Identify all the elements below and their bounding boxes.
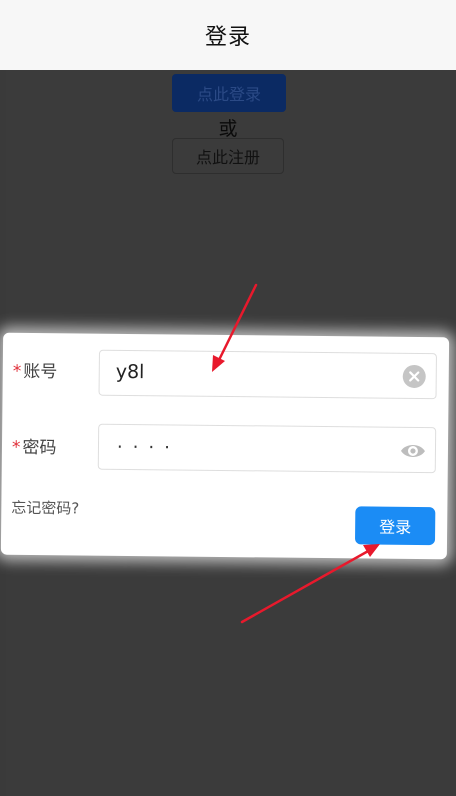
- password-input-value: ····: [116, 436, 180, 459]
- eye-icon[interactable]: [399, 440, 427, 462]
- account-label-text: 账号: [23, 361, 58, 383]
- top-app-bar: 登录: [0, 0, 456, 70]
- clear-icon[interactable]: [402, 364, 426, 389]
- clear-icon-glyph: [409, 371, 420, 382]
- eye-icon-glyph: [400, 444, 425, 457]
- background-login-button: 点此登录: [172, 74, 286, 112]
- password-input[interactable]: ····: [97, 423, 437, 474]
- password-label-text: 密码: [22, 437, 57, 459]
- login-dialog: * 账号 y8l * 密码 ···· 忘记密码? 登录: [0, 332, 450, 560]
- password-label: * 密码: [12, 433, 57, 458]
- account-label: * 账号: [13, 357, 58, 382]
- background-register-button: 点此注册: [172, 138, 284, 174]
- account-input-value: y8l: [115, 360, 145, 384]
- page-title: 登录: [204, 25, 251, 50]
- login-button[interactable]: 登录: [354, 506, 436, 546]
- required-mark: *: [12, 361, 22, 382]
- or-separator: 或: [218, 118, 238, 140]
- required-mark: *: [11, 437, 21, 458]
- account-input[interactable]: y8l: [98, 349, 437, 400]
- forgot-password-link[interactable]: 忘记密码?: [11, 497, 79, 519]
